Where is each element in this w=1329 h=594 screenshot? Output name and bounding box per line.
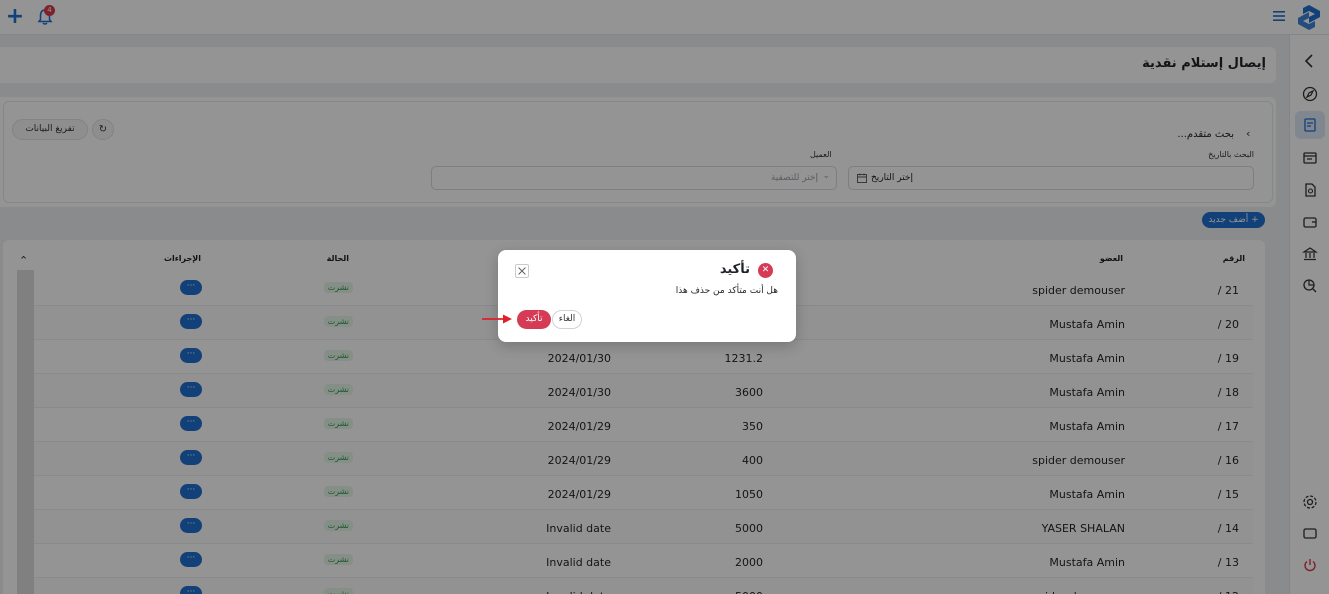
confirm-dialog: ✕ تأكيد هل أنت متأكد من حذف هذا تأكيد ال… <box>498 250 796 342</box>
dialog-message: هل أنت متأكد من حذف هذا <box>675 286 778 296</box>
error-icon: ✕ <box>758 263 773 278</box>
cancel-button[interactable]: الغاء <box>552 310 582 329</box>
dialog-title: تأكيد <box>719 262 750 277</box>
close-icon[interactable] <box>515 264 529 278</box>
arrow-right-icon <box>482 314 512 324</box>
confirm-button[interactable]: تأكيد <box>517 310 551 329</box>
